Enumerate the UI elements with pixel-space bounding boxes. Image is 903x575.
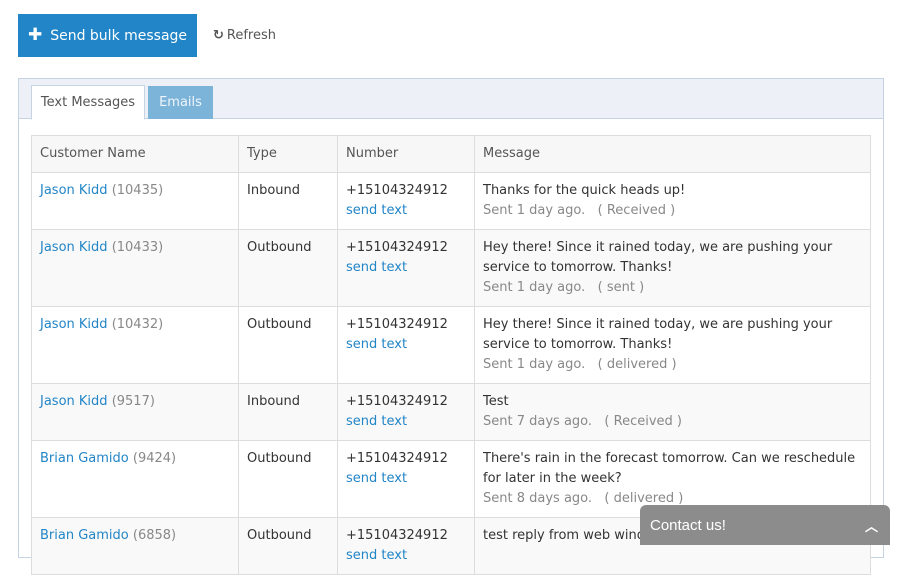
- message-meta: Sent 1 day ago. ( sent ): [483, 278, 862, 298]
- message-text: Hey there! Since it rained today, we are…: [483, 240, 833, 275]
- table-row: Jason Kidd (10432) Outbound +15104324912 se…: [31, 306, 871, 384]
- table-row: Jason Kidd (9517) Inbound +15104324912 send…: [31, 383, 871, 441]
- phone-number: +15104324912: [346, 317, 448, 332]
- tab-emails[interactable]: Emails: [148, 86, 213, 119]
- cell-type: Outbound: [238, 440, 338, 518]
- phone-number: +15104324912: [346, 240, 448, 255]
- table-row: Jason Kidd (10435) Inbound +15104324912 sen…: [31, 172, 871, 230]
- refresh-label: Refresh: [226, 28, 276, 43]
- toolbar: ✚ Send bulk message ↻ Refresh: [18, 14, 276, 57]
- cell-message: Thanks for the quick heads up! Sent 1 day…: [474, 172, 871, 230]
- cell-type: Outbound: [238, 229, 338, 307]
- messages-panel: Text Messages Emails Customer Name Type …: [18, 78, 884, 575]
- contact-us-label: Contact us!: [650, 516, 726, 534]
- cell-customer: Brian Gamido (6858): [31, 517, 239, 575]
- customer-name-link[interactable]: Jason Kidd: [40, 183, 108, 198]
- tab-bar: Text Messages Emails: [19, 79, 883, 120]
- tab-text-messages[interactable]: Text Messages: [31, 85, 145, 120]
- cell-customer: Jason Kidd (10433): [31, 229, 239, 307]
- header-customer-name: Customer Name: [31, 135, 239, 173]
- delivery-status: ( delivered ): [597, 357, 677, 372]
- cell-customer: Jason Kidd (10432): [31, 306, 239, 384]
- customer-name-link[interactable]: Jason Kidd: [40, 240, 108, 255]
- cell-type: Inbound: [238, 383, 338, 441]
- cell-number: +15104324912 send text: [337, 172, 475, 230]
- message-meta: Sent 7 days ago. ( Received ): [483, 412, 862, 432]
- message-meta: Sent 1 day ago. ( Received ): [483, 201, 862, 221]
- send-text-link[interactable]: send text: [346, 201, 466, 221]
- cell-message: Hey there! Since it rained today, we are…: [474, 306, 871, 384]
- cell-number: +15104324912 send text: [337, 383, 475, 441]
- send-text-link[interactable]: send text: [346, 412, 466, 432]
- cell-message: Test Sent 7 days ago. ( Received ): [474, 383, 871, 441]
- customer-name-link[interactable]: Jason Kidd: [40, 317, 108, 332]
- customer-id: (10435): [111, 183, 164, 198]
- send-text-link[interactable]: send text: [346, 335, 466, 355]
- message-text: Hey there! Since it rained today, we are…: [483, 317, 833, 352]
- sent-time: Sent 1 day ago.: [483, 357, 586, 372]
- sent-time: Sent 1 day ago.: [483, 203, 586, 218]
- cell-type: Inbound: [238, 172, 338, 230]
- message-text: Test: [483, 394, 509, 409]
- send-text-link[interactable]: send text: [346, 469, 466, 489]
- customer-id: (9424): [132, 451, 177, 466]
- cell-number: +15104324912 send text: [337, 517, 475, 575]
- header-number: Number: [337, 135, 475, 173]
- cell-customer: Brian Gamido (9424): [31, 440, 239, 518]
- customer-name-link[interactable]: Jason Kidd: [40, 394, 108, 409]
- cell-message: Hey there! Since it rained today, we are…: [474, 229, 871, 307]
- table-row: Jason Kidd (10433) Outbound +15104324912 se…: [31, 229, 871, 307]
- plus-icon: ✚: [27, 25, 43, 45]
- sent-time: Sent 7 days ago.: [483, 414, 593, 429]
- customer-id: (6858): [132, 528, 177, 543]
- contact-us-widget[interactable]: Contact us! ︿: [640, 505, 890, 545]
- chevron-up-icon[interactable]: ︿: [865, 516, 878, 535]
- send-bulk-message-label: Send bulk message: [50, 27, 188, 44]
- delivery-status: ( delivered ): [604, 491, 684, 506]
- header-message: Message: [474, 135, 871, 173]
- message-meta: [483, 546, 862, 566]
- cell-number: +15104324912 send text: [337, 440, 475, 518]
- message-meta: Sent 1 day ago. ( delivered ): [483, 355, 862, 375]
- sent-time: Sent 1 day ago.: [483, 280, 586, 295]
- customer-id: (10433): [111, 240, 164, 255]
- delivery-status: ( Received ): [604, 414, 682, 429]
- cell-number: +15104324912 send text: [337, 306, 475, 384]
- cell-customer: Jason Kidd (9517): [31, 383, 239, 441]
- delivery-status: ( Received ): [597, 203, 676, 218]
- phone-number: +15104324912: [346, 183, 448, 198]
- send-bulk-message-button[interactable]: ✚ Send bulk message: [18, 14, 197, 57]
- send-text-link[interactable]: send text: [346, 258, 466, 278]
- delivery-status: ( sent ): [597, 280, 645, 295]
- table-header-row: Customer Name Type Number Message: [31, 135, 871, 173]
- customer-name-link[interactable]: Brian Gamido: [40, 451, 129, 466]
- header-type: Type: [238, 135, 338, 173]
- customer-id: (9517): [111, 394, 155, 409]
- phone-number: +15104324912: [346, 528, 448, 543]
- send-text-link[interactable]: send text: [346, 546, 466, 566]
- cell-customer: Jason Kidd (10435): [31, 172, 239, 230]
- refresh-icon: ↻: [213, 28, 224, 43]
- sent-time: Sent 8 days ago.: [483, 491, 593, 506]
- customer-name-link[interactable]: Brian Gamido: [40, 528, 129, 543]
- cell-type: Outbound: [238, 517, 338, 575]
- customer-id: (10432): [111, 317, 164, 332]
- cell-type: Outbound: [238, 306, 338, 384]
- message-text: Thanks for the quick heads up!: [483, 183, 686, 198]
- phone-number: +15104324912: [346, 451, 448, 466]
- refresh-link[interactable]: ↻ Refresh: [213, 28, 276, 43]
- message-text: There's rain in the forecast tomorrow. C…: [483, 451, 856, 486]
- cell-number: +15104324912 send text: [337, 229, 475, 307]
- phone-number: +15104324912: [346, 394, 448, 409]
